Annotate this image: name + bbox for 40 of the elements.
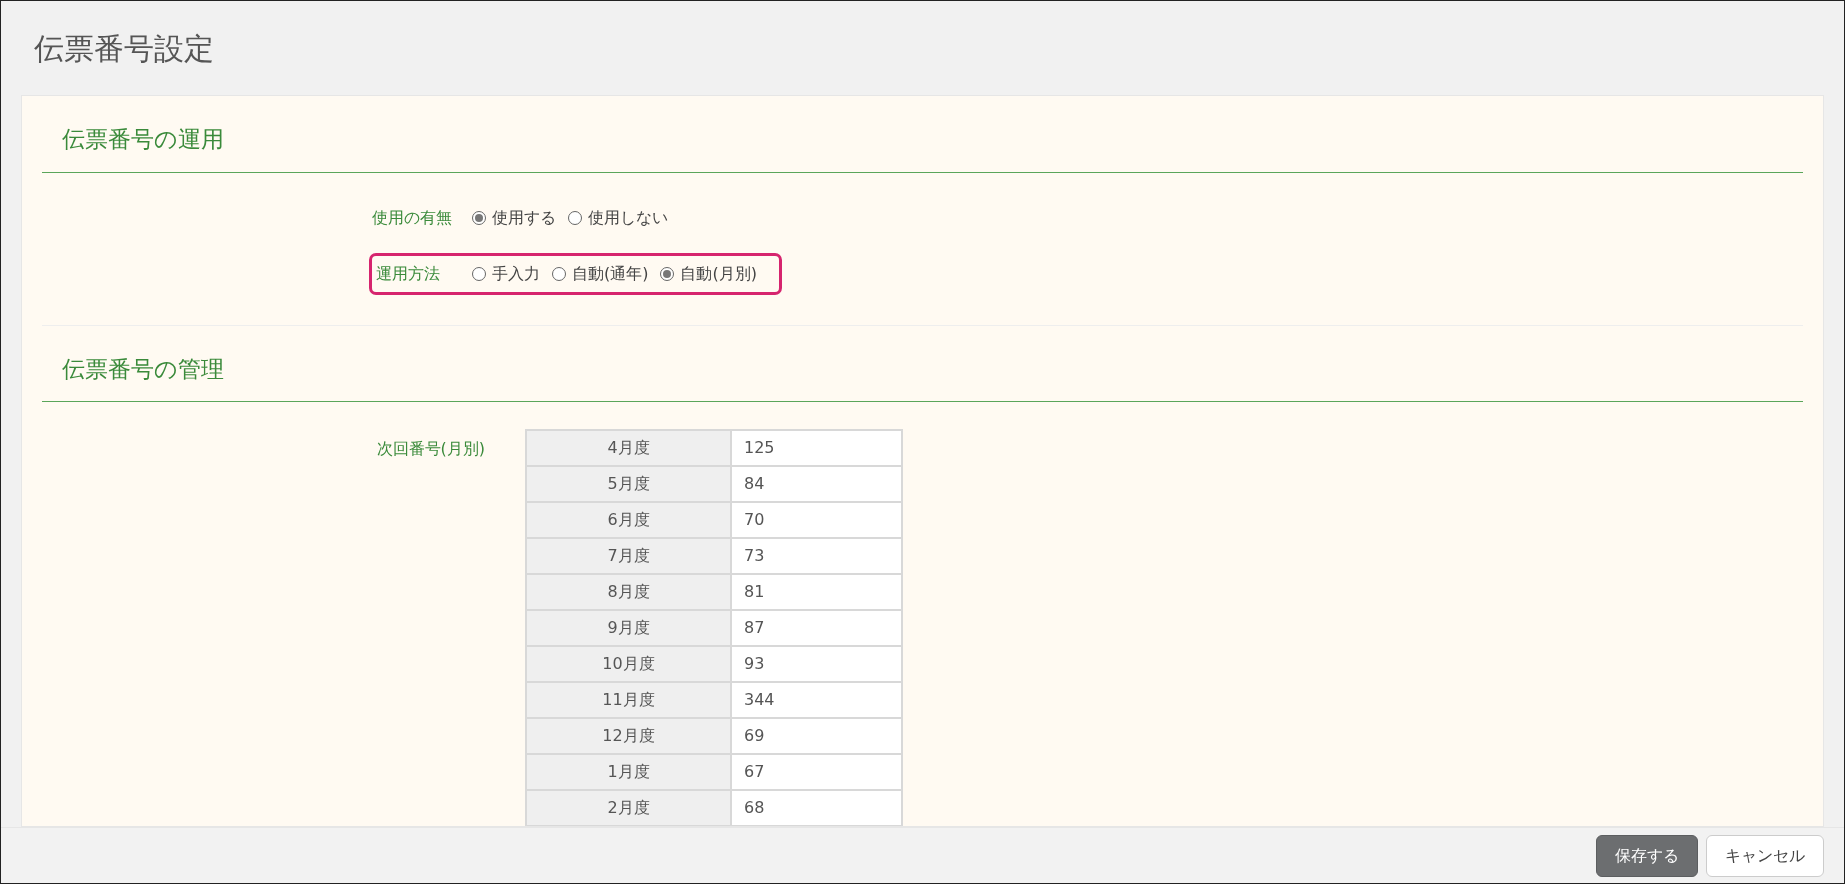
save-button[interactable]: 保存する [1596,834,1698,877]
radio-button[interactable] [660,266,675,281]
month-cell: 5月度 [526,466,731,503]
cancel-button[interactable]: キャンセル [1706,834,1824,877]
radio-button[interactable] [472,266,486,281]
month-cell: 10月度 [526,646,731,683]
radio-button[interactable] [552,266,566,281]
number-input[interactable]: 125 [731,430,902,467]
number-input[interactable]: 73 [731,538,902,575]
radio-label[interactable]: 手入力 [492,261,540,286]
radio-label[interactable]: 自動(月別) [680,261,757,286]
number-input[interactable]: 68 [731,790,902,826]
month-cell: 9月度 [526,610,731,647]
radio-label[interactable]: 使用する [492,205,556,230]
number-input[interactable]: 69 [731,718,902,755]
field-label: 運用方法 [375,262,441,285]
number-input[interactable]: 344 [731,682,902,719]
field-label: 使用の有無 [372,206,453,229]
month-cell: 12月度 [526,718,731,755]
month-cell: 11月度 [526,682,731,719]
number-input[interactable]: 87 [731,610,902,647]
radio-button[interactable] [568,210,582,225]
page-title: 伝票番号設定 [33,30,215,68]
number-input[interactable]: 81 [731,574,902,611]
number-input[interactable]: 93 [731,646,902,683]
section-title: 伝票番号の管理 [42,345,1803,403]
section-title: 伝票番号の運用 [42,116,1803,173]
month-cell: 8月度 [526,574,731,611]
radio-label[interactable]: 使用しない [588,205,668,230]
number-input[interactable]: 70 [731,502,902,539]
month-cell: 1月度 [526,754,731,791]
month-cell: 7月度 [526,538,731,575]
field-label: 次回番号(月別) [375,438,485,461]
number-input[interactable]: 84 [731,466,902,503]
radio-button[interactable] [472,210,486,225]
month-cell: 6月度 [526,502,731,539]
number-input[interactable]: 67 [731,754,902,791]
radio-label[interactable]: 自動(通年) [572,261,649,286]
month-cell: 4月度 [526,430,731,467]
month-cell: 2月度 [526,790,731,826]
